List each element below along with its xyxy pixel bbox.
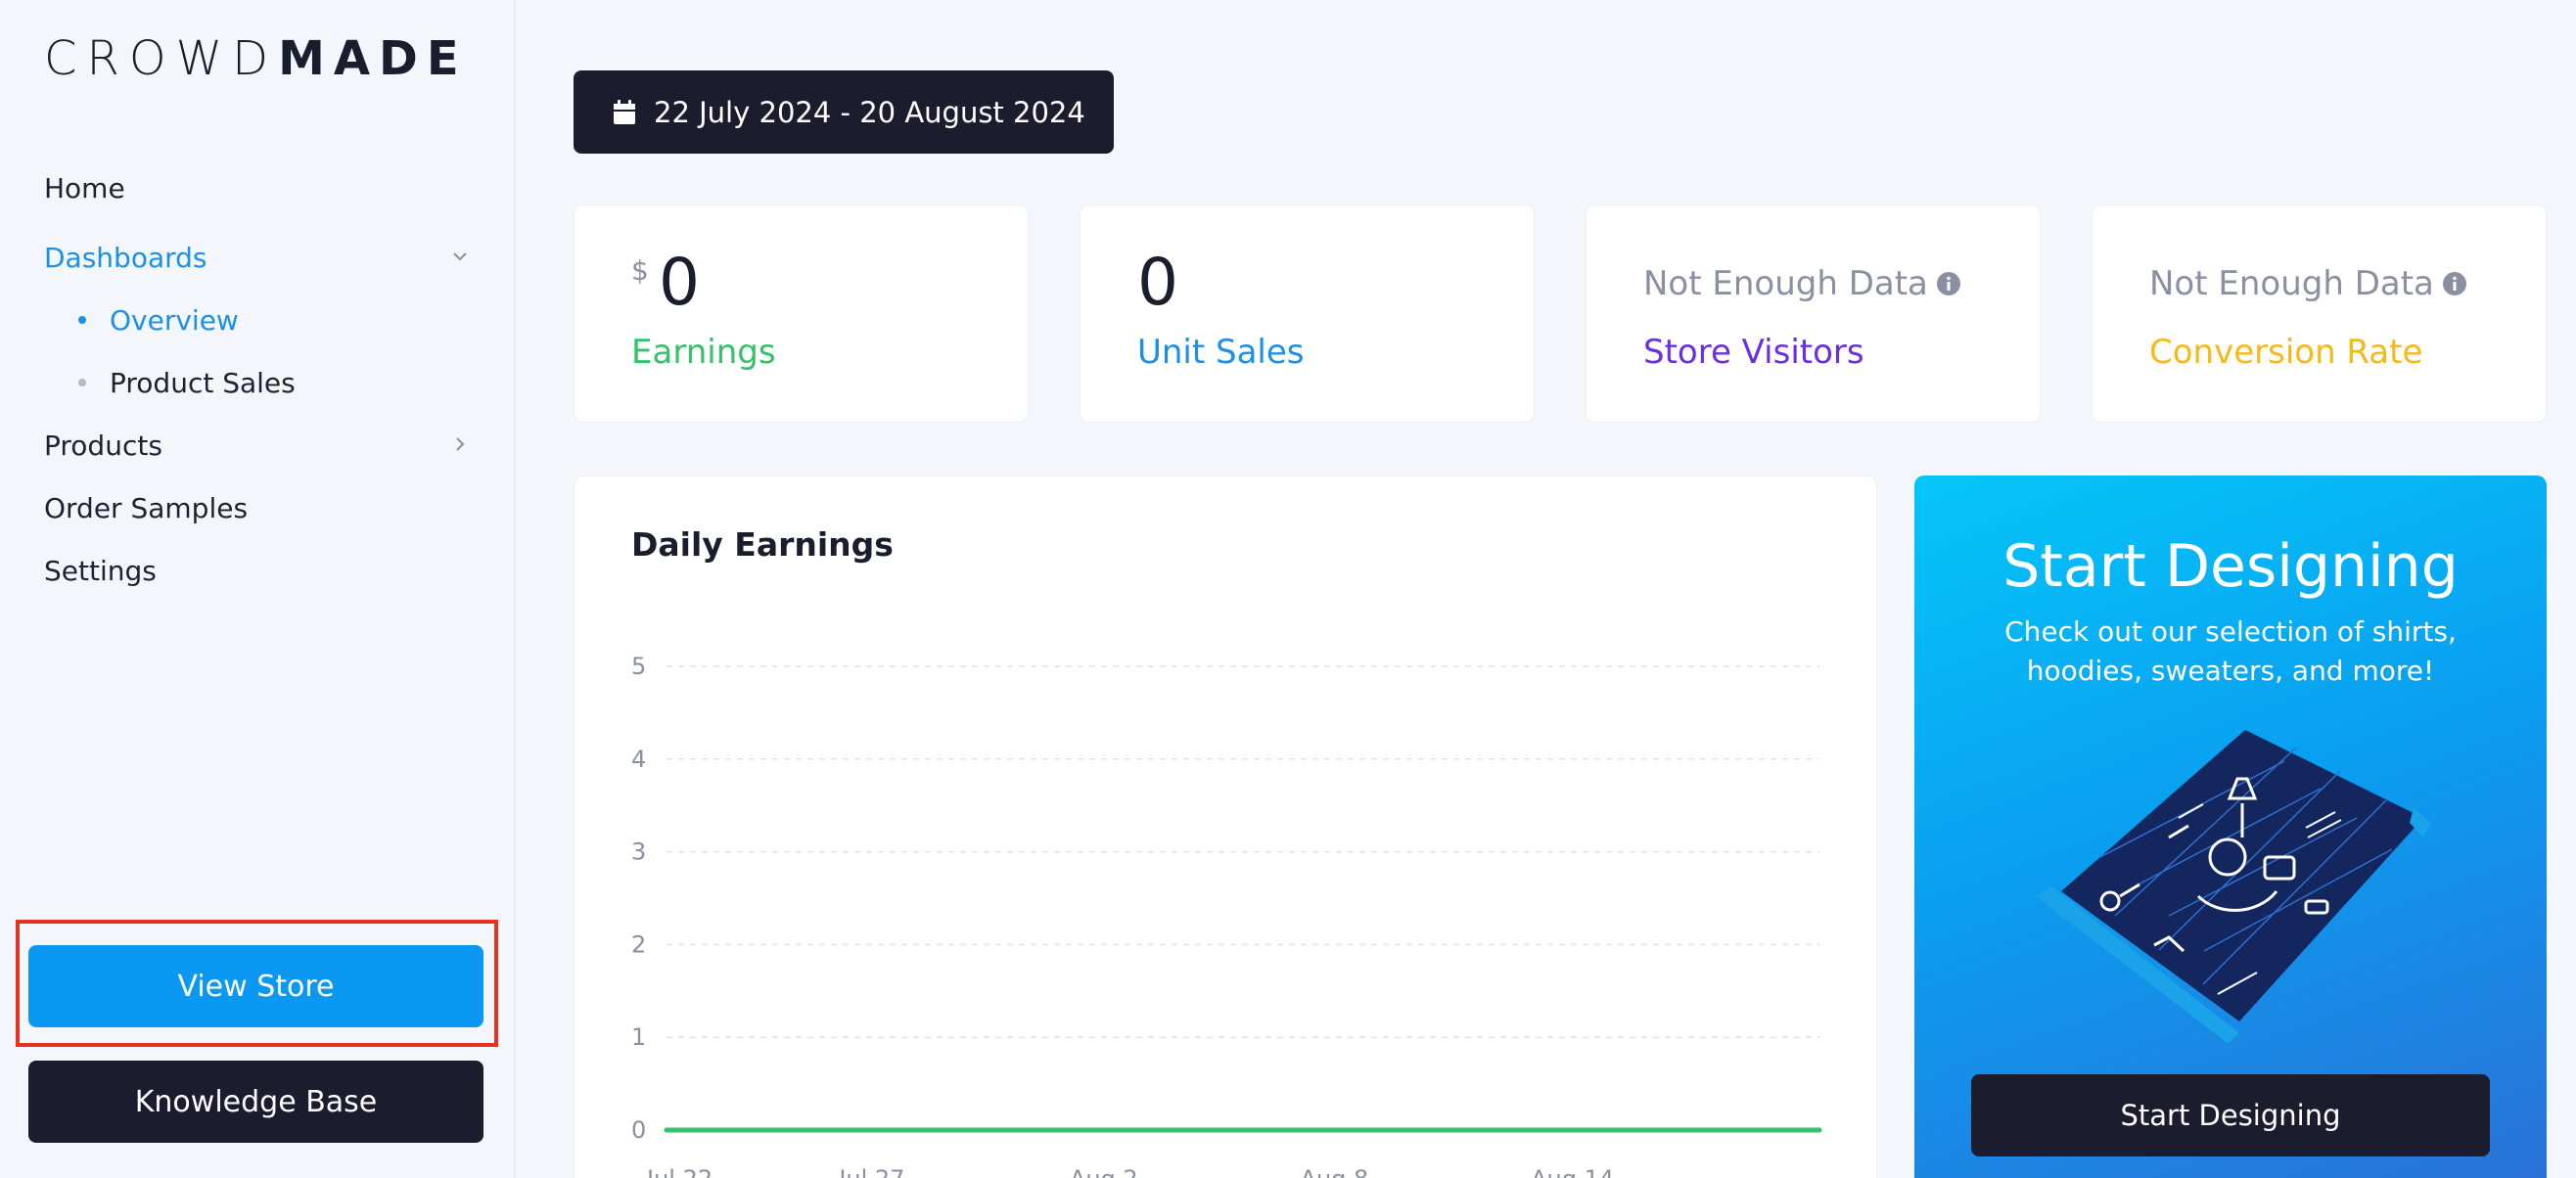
sidebar-item-products[interactable]: Products [44,422,475,469]
promo-subtitle: Check out our selection of shirts, hoodi… [2004,615,2457,687]
start-designing-promo: Start Designing Check out our selection … [1914,476,2547,1178]
sidebar-item-label: Products [44,429,162,462]
not-enough-data-text: Not Enough Data [1643,264,1928,303]
calendar-icon [614,99,635,124]
store-visitors-card: Not Enough Data Store Visitors [1586,204,2041,423]
conversion-rate-label: Conversion Rate [2149,333,2423,372]
x-tick-label: Jul 22 [645,1165,713,1178]
bullet-dot [78,316,86,324]
blueprint-illustration-icon [2036,730,2431,1043]
store-visitors-label: Store Visitors [1643,333,1864,372]
sidebar-item-label: Home [44,171,125,204]
unit-sales-value: 0 [1137,245,1178,320]
sidebar-item-order-samples[interactable]: Order Samples [44,484,475,531]
date-range-picker[interactable]: 22 July 2024 - 20 August 2024 [574,70,1114,154]
conversion-rate-card: Not Enough Data Conversion Rate [2092,204,2547,423]
start-designing-button[interactable]: Start Designing [1971,1074,2490,1156]
sidebar-item-label: Dashboards [44,241,207,274]
promo-title: Start Designing [2002,532,2459,601]
conversion-rate-value: Not Enough Data [2149,264,2467,303]
chevron-right-icon [456,437,465,451]
earnings-label: Earnings [631,333,776,372]
sidebar-item-home[interactable]: Home [44,164,475,211]
info-icon[interactable] [1936,271,1961,296]
sidebar-item-label: Settings [44,554,157,587]
sidebar-item-settings[interactable]: Settings [44,547,475,594]
store-visitors-value: Not Enough Data [1643,264,1961,303]
y-tick-label: 3 [631,838,646,866]
x-tick-label: Aug 14 [1531,1165,1614,1178]
sidebar-subitem-label: Product Sales [110,366,296,399]
y-tick-label: 5 [631,653,646,680]
x-tick-label: Aug 2 [1070,1165,1138,1178]
y-tick-label: 2 [631,930,646,958]
sidebar-subitem-label: Overview [110,303,239,337]
logo-light-text: CROWD [44,31,279,86]
y-tick-label: 1 [631,1023,646,1051]
y-tick-label: 0 [631,1116,646,1144]
daily-earnings-card: Daily Earnings 012345Jul 22Jul 27Aug 2Au… [574,476,1877,1178]
date-range-label: 22 July 2024 - 20 August 2024 [654,95,1085,129]
crowdmade-logo[interactable]: CROWDMADE [44,31,468,86]
sidebar-subitem-product-sales[interactable]: Product Sales [78,359,296,406]
knowledge-base-button[interactable]: Knowledge Base [28,1061,483,1143]
x-tick-label: Aug 8 [1301,1165,1369,1178]
unit-sales-label: Unit Sales [1137,333,1305,372]
bullet-dot [78,379,86,386]
y-tick-label: 4 [631,746,646,773]
logo-bold-text: MADE [278,31,468,86]
chevron-down-icon [453,252,467,261]
earnings-value: 0 [659,245,700,320]
earnings-card: $ 0 Earnings [574,204,1029,423]
not-enough-data-text: Not Enough Data [2149,264,2434,303]
unit-sales-card: 0 Unit Sales [1080,204,1535,423]
currency-symbol: $ [631,254,649,287]
view-store-button[interactable]: View Store [28,945,483,1027]
sidebar: CROWDMADE Home Dashboards Overview Produ… [0,0,516,1178]
sidebar-subitem-overview[interactable]: Overview [78,296,239,343]
x-tick-label: Jul 27 [837,1165,904,1178]
info-icon[interactable] [2442,271,2467,296]
sidebar-item-dashboards[interactable]: Dashboards [44,234,475,281]
sidebar-item-label: Order Samples [44,491,249,524]
daily-earnings-chart: 0 1 2 3 4 5 Jul 22 Jul 27 Aug 2 Aug 8 Aug 14 [631,653,1822,1178]
